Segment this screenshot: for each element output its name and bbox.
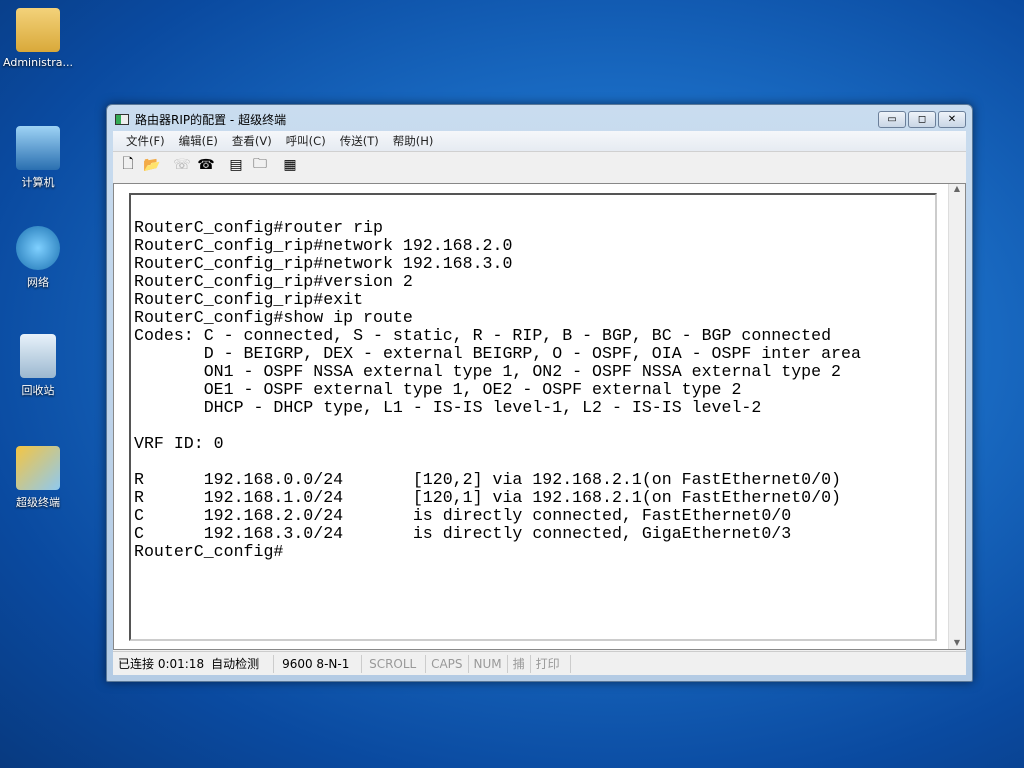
user-folder-icon: [16, 8, 60, 52]
send-icon[interactable]: ▤: [227, 157, 245, 173]
scroll-up-arrow[interactable]: ▲: [949, 184, 965, 193]
properties-icon[interactable]: ▦: [281, 157, 299, 173]
status-connected: 已连接 0:01:18: [118, 656, 205, 671]
hyperterminal-window: 路由器RIP的配置 - 超级终端 ▭ ◻ ✕ 文件(F) 编辑(E) 查看(V)…: [106, 104, 973, 682]
network-icon: [16, 226, 60, 270]
desktop-icon-administrator[interactable]: Administra...: [0, 8, 76, 69]
receive-icon[interactable]: 🗀: [251, 153, 269, 177]
window-title: 路由器RIP的配置 - 超级终端: [135, 113, 287, 127]
close-button[interactable]: ✕: [938, 111, 966, 128]
desktop-icon-hyperterminal[interactable]: 超级终端: [0, 446, 76, 510]
app-icon: [115, 114, 129, 125]
icon-label: 回收站: [21, 384, 55, 397]
desktop-icon-network[interactable]: 网络: [0, 226, 76, 290]
toolbar: 🗋 📂 ☏ ☎ ▤ 🗀 ▦: [113, 151, 966, 177]
menu-help[interactable]: 帮助(H): [386, 133, 441, 149]
icon-label: Administra...: [3, 56, 73, 69]
status-detect: 自动检测: [206, 654, 275, 673]
status-print: 打印: [531, 654, 571, 673]
icon-label: 计算机: [21, 176, 55, 189]
recycle-bin-icon: [20, 334, 56, 378]
vertical-scrollbar[interactable]: ▲ ▼: [948, 184, 965, 649]
status-port: 9600 8-N-1: [274, 654, 363, 673]
status-bar: 已连接 0:01:18 自动检测 9600 8-N-1 SCROLL CAPS …: [113, 651, 966, 675]
computer-icon: [16, 126, 60, 170]
icon-label: 超级终端: [16, 496, 60, 509]
status-num: NUM: [469, 654, 508, 673]
terminal-output: RouterC_config#router rip RouterC_config…: [134, 218, 861, 561]
maximize-button[interactable]: ◻: [908, 111, 936, 128]
desktop-icon-recycle-bin[interactable]: 回收站: [0, 334, 76, 398]
scroll-down-arrow[interactable]: ▼: [949, 638, 965, 647]
call-icon[interactable]: ☏: [173, 157, 191, 173]
status-capture: 捕: [508, 654, 531, 673]
menu-file[interactable]: 文件(F): [119, 133, 172, 149]
status-caps: CAPS: [426, 654, 469, 673]
menu-view[interactable]: 查看(V): [225, 133, 279, 149]
hyperterminal-icon: [16, 446, 60, 490]
desktop-icon-computer[interactable]: 计算机: [0, 126, 76, 190]
title-bar: 路由器RIP的配置 - 超级终端: [115, 111, 286, 128]
status-scroll: SCROLL: [362, 654, 427, 673]
terminal-screen[interactable]: RouterC_config#router rip RouterC_config…: [129, 193, 937, 641]
disconnect-icon[interactable]: ☎: [197, 157, 215, 173]
minimize-button[interactable]: ▭: [878, 111, 906, 128]
menu-bar: 文件(F) 编辑(E) 查看(V) 呼叫(C) 传送(T) 帮助(H): [113, 131, 966, 151]
menu-transfer[interactable]: 传送(T): [333, 133, 386, 149]
open-icon[interactable]: 📂: [143, 157, 161, 173]
new-icon[interactable]: 🗋: [119, 153, 137, 177]
terminal-area[interactable]: RouterC_config#router rip RouterC_config…: [113, 183, 966, 650]
icon-label: 网络: [27, 276, 49, 289]
menu-call[interactable]: 呼叫(C): [279, 133, 333, 149]
menu-edit[interactable]: 编辑(E): [172, 133, 225, 149]
